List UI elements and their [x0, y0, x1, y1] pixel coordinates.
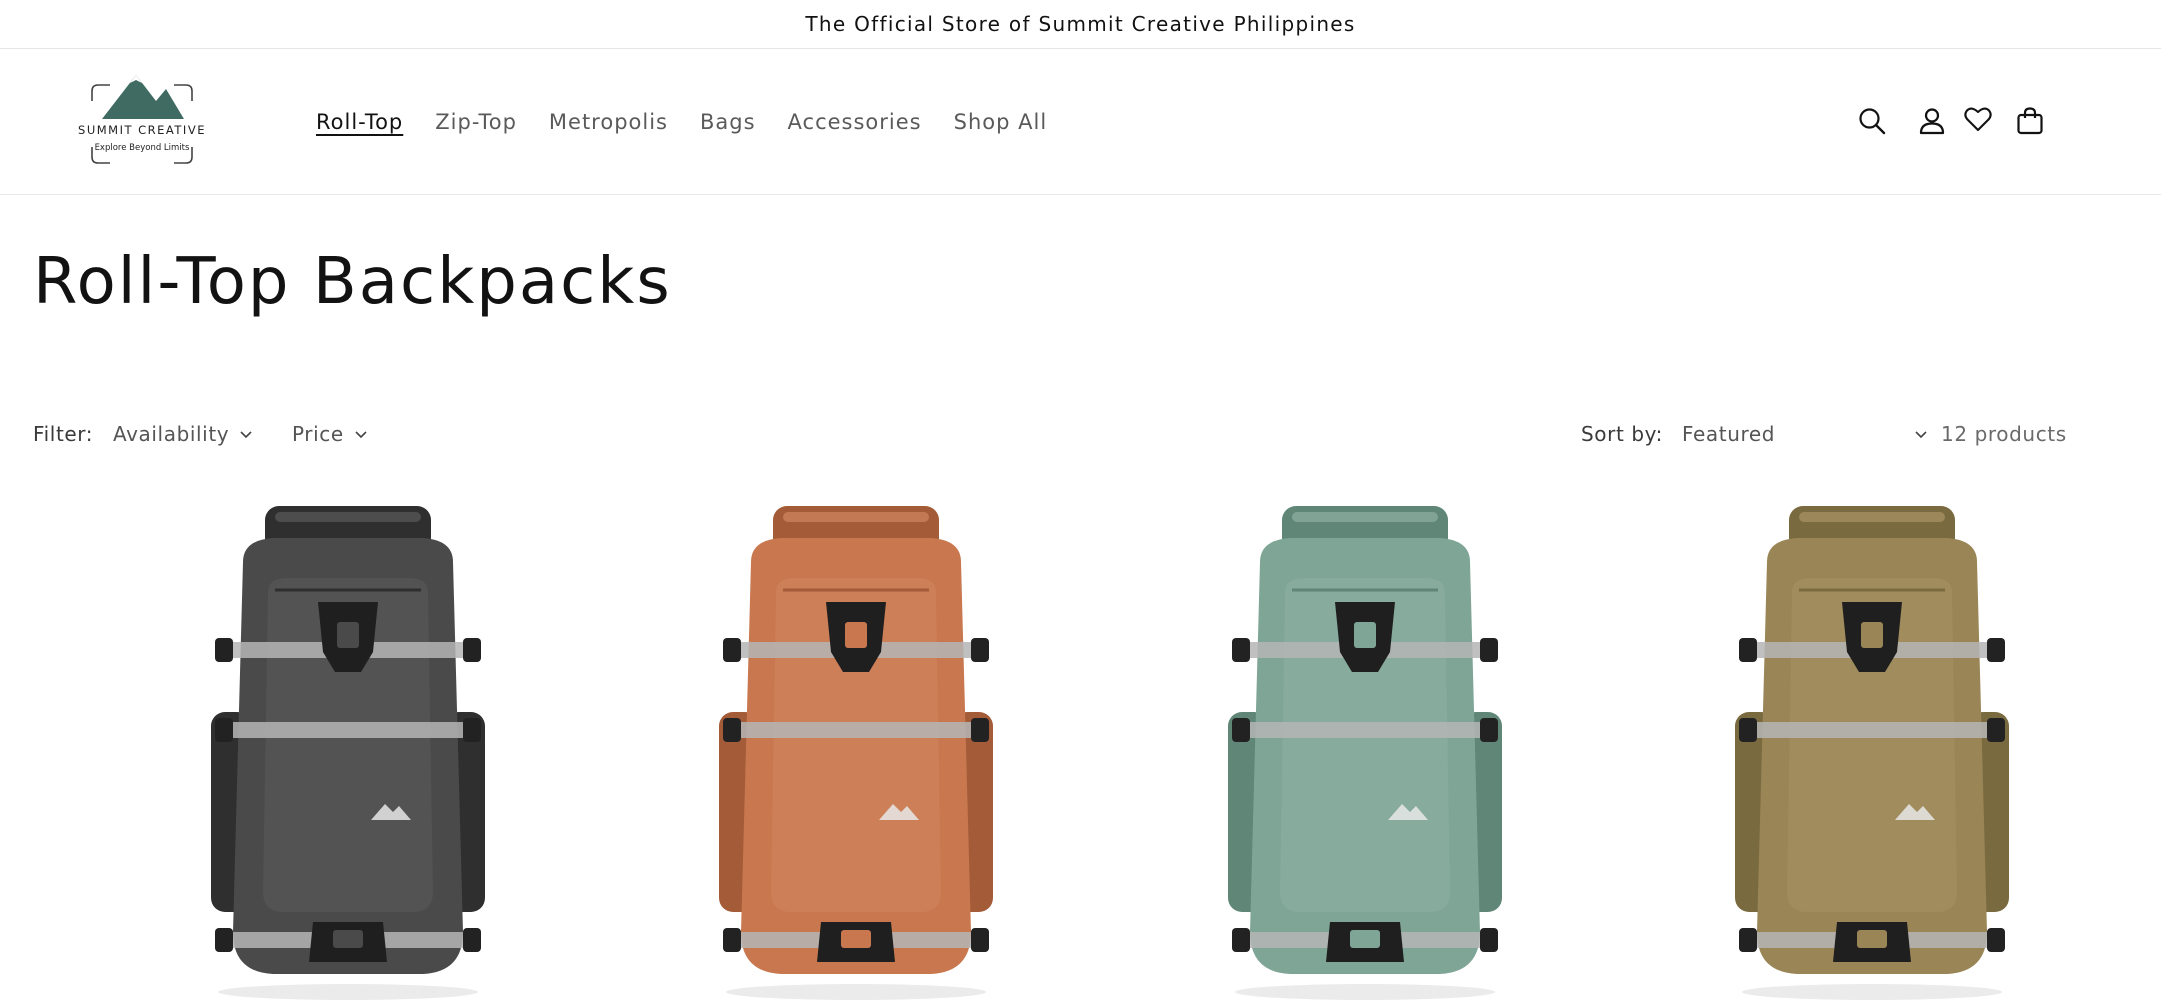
backpack-illustration [211, 506, 485, 1000]
product-image [211, 506, 485, 1000]
price-filter[interactable]: Price [292, 422, 368, 446]
product-image [1228, 506, 1502, 1000]
filter-label: Filter: [33, 422, 94, 446]
product-count: 12 products [1941, 422, 2067, 446]
site-header: SUMMIT CREATIVE Explore Beyond Limits Ro… [0, 49, 2161, 195]
nav-item-zip-top[interactable]: Zip-Top [435, 110, 517, 134]
cart-icon[interactable] [2010, 101, 2050, 141]
nav-item-roll-top[interactable]: Roll-Top [316, 110, 403, 134]
page-title: Roll-Top Backpacks [33, 245, 672, 319]
compression-strap [221, 722, 475, 738]
price-filter-label: Price [292, 422, 344, 446]
backpack-illustration [1228, 506, 1502, 1000]
announcement-bar: The Official Store of Summit Creative Ph… [0, 0, 2161, 49]
sort-label: Sort by: [1581, 422, 1663, 446]
nav-item-bags[interactable]: Bags [700, 110, 756, 134]
chevron-down-icon [355, 431, 367, 439]
product-card[interactable] [611, 492, 1111, 1007]
product-card[interactable] [1120, 492, 1620, 1007]
logo-mark-icon: SUMMIT CREATIVE Explore Beyond Limits [78, 75, 206, 164]
filter-bar: Filter: Availability Price Sort by: Feat… [33, 414, 2133, 454]
announcement-text: The Official Store of Summit Creative Ph… [805, 12, 1356, 36]
availability-filter[interactable]: Availability [113, 422, 253, 446]
sort-select[interactable]: Featured [1682, 422, 1928, 446]
compression-strap [1238, 722, 1492, 738]
backpack-illustration [1735, 506, 2009, 1000]
nav-item-metropolis[interactable]: Metropolis [549, 110, 668, 134]
search-icon[interactable] [1852, 101, 1892, 141]
product-image [1735, 506, 2009, 1000]
product-card[interactable] [103, 492, 603, 1007]
chevron-down-icon [240, 431, 252, 439]
main-nav: Roll-Top Zip-Top Metropolis Bags Accesso… [316, 49, 1047, 195]
availability-filter-label: Availability [113, 422, 230, 446]
wishlist-heart-icon[interactable] [1958, 99, 1998, 139]
product-image [719, 506, 993, 1000]
nav-item-shop-all[interactable]: Shop All [954, 110, 1048, 134]
chevron-down-icon [1915, 431, 1927, 439]
account-icon[interactable] [1912, 101, 1952, 141]
compression-strap [1745, 722, 1999, 738]
logo-brand-text: SUMMIT CREATIVE [78, 123, 206, 137]
product-grid [33, 492, 2093, 1007]
brand-logo[interactable]: SUMMIT CREATIVE Explore Beyond Limits [52, 71, 232, 171]
nav-item-accessories[interactable]: Accessories [788, 110, 922, 134]
product-card[interactable] [1627, 492, 2127, 1007]
logo-tagline-text: Explore Beyond Limits [95, 143, 190, 153]
compression-strap [729, 722, 983, 738]
backpack-illustration [719, 506, 993, 1000]
sort-value: Featured [1682, 422, 1776, 446]
